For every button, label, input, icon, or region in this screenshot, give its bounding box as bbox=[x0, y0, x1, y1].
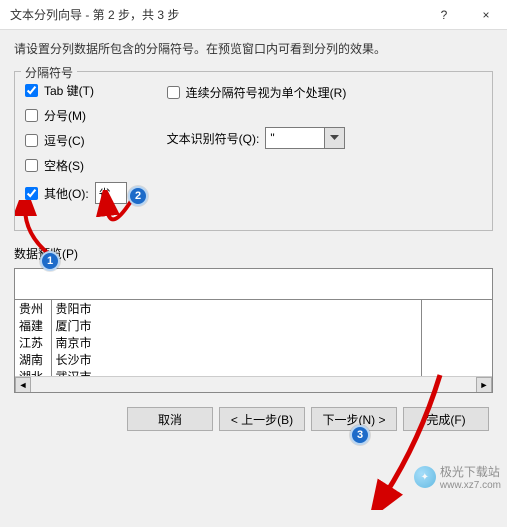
other-input[interactable] bbox=[95, 182, 127, 204]
watermark-text-group: 极光下载站 www.xz7.com bbox=[440, 463, 501, 491]
dialog-body: 请设置分列数据所包含的分隔符号。在预览窗口内可看到分列的效果。 分隔符号 Tab… bbox=[0, 30, 507, 447]
consecutive-label: 连续分隔符号视为单个处理(R) bbox=[186, 84, 347, 101]
horizontal-scrollbar[interactable]: ◄ ► bbox=[15, 376, 492, 392]
annotation-badge-3: 3 bbox=[350, 425, 370, 445]
text-qualifier-combo[interactable] bbox=[265, 127, 345, 149]
watermark-url: www.xz7.com bbox=[440, 480, 501, 491]
table-row: 江苏南京市 bbox=[15, 334, 492, 351]
delimiter-right-column: 连续分隔符号视为单个处理(R) 文本识别符号(Q): bbox=[167, 82, 347, 204]
back-button[interactable]: < 上一步(B) bbox=[219, 407, 305, 431]
table-row: 湖北武汉市 bbox=[15, 368, 492, 376]
table-row: 福建厦门市 bbox=[15, 317, 492, 334]
other-checkbox[interactable] bbox=[25, 187, 38, 200]
scroll-left-icon[interactable]: ◄ bbox=[15, 377, 31, 393]
table-cell: 贵州 bbox=[15, 300, 51, 318]
delimiter-fieldset: 分隔符号 Tab 键(T) 分号(M) 逗号(C) 空格(S) bbox=[14, 71, 493, 231]
watermark-text: 极光下载站 bbox=[440, 463, 501, 480]
table-row: 贵州贵阳市 bbox=[15, 300, 492, 318]
text-qualifier-input[interactable] bbox=[265, 127, 325, 149]
tab-label: Tab 键(T) bbox=[44, 82, 94, 99]
table-cell: 南京市 bbox=[51, 334, 422, 351]
preview-label: 数据预览(P) bbox=[14, 245, 493, 262]
table-cell: 湖北 bbox=[15, 368, 51, 376]
button-row: 取消 < 上一步(B) 下一步(N) > 完成(F) bbox=[14, 393, 493, 437]
space-checkbox[interactable] bbox=[25, 159, 38, 172]
scroll-right-icon[interactable]: ► bbox=[476, 377, 492, 393]
delimiter-left-column: Tab 键(T) 分号(M) 逗号(C) 空格(S) 其他(O): bbox=[25, 82, 127, 204]
preview-table: 贵州贵阳市福建厦门市江苏南京市湖南长沙市湖北武汉市 bbox=[15, 299, 492, 376]
tab-checkbox[interactable] bbox=[25, 84, 38, 97]
finish-button[interactable]: 完成(F) bbox=[403, 407, 489, 431]
other-label: 其他(O): bbox=[44, 185, 89, 202]
consecutive-checkbox[interactable] bbox=[167, 86, 180, 99]
preview-box: 贵州贵阳市福建厦门市江苏南京市湖南长沙市湖北武汉市 ◄ ► bbox=[14, 268, 493, 393]
help-button[interactable]: ? bbox=[423, 0, 465, 29]
close-button[interactable]: × bbox=[465, 0, 507, 29]
cancel-button[interactable]: 取消 bbox=[127, 407, 213, 431]
watermark: ✦ 极光下载站 www.xz7.com bbox=[414, 463, 501, 491]
chevron-down-icon[interactable] bbox=[325, 127, 345, 149]
table-cell: 长沙市 bbox=[51, 351, 422, 368]
comma-checkbox[interactable] bbox=[25, 134, 38, 147]
titlebar: 文本分列向导 - 第 2 步，共 3 步 ? × bbox=[0, 0, 507, 30]
table-cell: 湖南 bbox=[15, 351, 51, 368]
window-title: 文本分列向导 - 第 2 步，共 3 步 bbox=[10, 6, 179, 23]
table-cell: 江苏 bbox=[15, 334, 51, 351]
table-cell: 武汉市 bbox=[51, 368, 422, 376]
watermark-icon: ✦ bbox=[414, 466, 436, 488]
semicolon-checkbox[interactable] bbox=[25, 109, 38, 122]
table-cell: 贵阳市 bbox=[51, 300, 422, 318]
semicolon-label: 分号(M) bbox=[44, 107, 86, 124]
window-controls: ? × bbox=[423, 0, 507, 29]
table-cell: 厦门市 bbox=[51, 317, 422, 334]
comma-label: 逗号(C) bbox=[44, 132, 85, 149]
table-cell: 福建 bbox=[15, 317, 51, 334]
text-qualifier-label: 文本识别符号(Q): bbox=[167, 130, 260, 147]
delimiter-legend: 分隔符号 bbox=[21, 64, 77, 81]
preview-section: 数据预览(P) 贵州贵阳市福建厦门市江苏南京市湖南长沙市湖北武汉市 ◄ ► bbox=[14, 245, 493, 393]
instruction-text: 请设置分列数据所包含的分隔符号。在预览窗口内可看到分列的效果。 bbox=[14, 40, 493, 57]
annotation-badge-1: 1 bbox=[40, 251, 60, 271]
annotation-badge-2: 2 bbox=[128, 186, 148, 206]
table-row: 湖南长沙市 bbox=[15, 351, 492, 368]
space-label: 空格(S) bbox=[44, 157, 84, 174]
